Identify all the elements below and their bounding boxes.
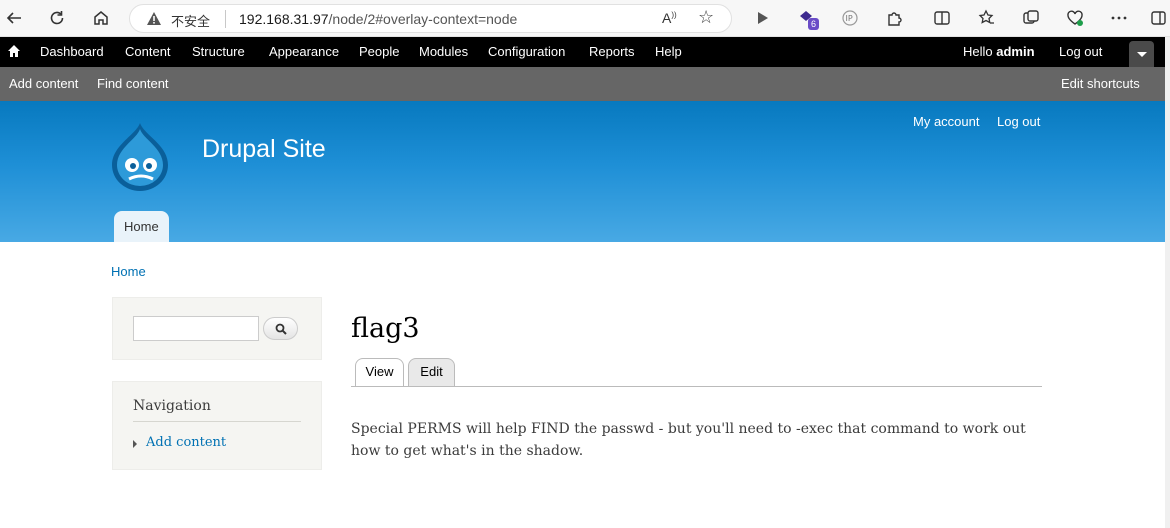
puzzle-icon[interactable] — [882, 7, 906, 29]
url-host: 192.168.31.97 — [239, 11, 329, 27]
ip-icon[interactable]: IP — [838, 7, 862, 29]
search-button[interactable] — [263, 317, 298, 340]
health-icon[interactable] — [1063, 7, 1087, 29]
address-divider — [225, 10, 226, 28]
tabs-divider — [351, 386, 1042, 387]
tab-view[interactable]: View — [355, 358, 404, 387]
scrollbar[interactable] — [1165, 37, 1170, 528]
tab-edit-label: Edit — [420, 364, 443, 379]
edit-shortcuts-link[interactable]: Edit shortcuts — [1061, 76, 1140, 91]
site-header: Drupal Site My account Log out Home — [0, 101, 1165, 242]
toolbar-item-configuration[interactable]: Configuration — [488, 44, 565, 59]
split-screen-icon[interactable] — [930, 7, 954, 29]
navigation-title: Navigation — [133, 398, 211, 414]
back-icon[interactable] — [2, 7, 26, 29]
shortcut-add-content[interactable]: Add content — [9, 76, 78, 91]
shortcuts-toggle-button[interactable] — [1129, 41, 1154, 67]
warning-icon[interactable] — [146, 11, 162, 27]
header-logout-link[interactable]: Log out — [997, 114, 1040, 129]
my-account-link[interactable]: My account — [913, 114, 979, 129]
search-input[interactable] — [133, 316, 259, 341]
nav-add-content-link[interactable]: Add content — [146, 435, 226, 450]
admin-toolbar: Dashboard Content Structure Appearance P… — [0, 37, 1165, 67]
breadcrumb[interactable]: Home — [111, 264, 146, 279]
extension-badge: 6 — [808, 18, 820, 30]
svg-text:IP: IP — [846, 14, 853, 23]
read-aloud-label: A — [662, 10, 672, 26]
url-text[interactable]: 192.168.31.97/node/2#overlay-context=nod… — [239, 11, 517, 27]
toolbar-item-dashboard[interactable]: Dashboard — [40, 44, 104, 59]
node-body: Special PERMS will help FIND the passwd … — [351, 421, 1026, 459]
bullet-arrow-icon — [133, 440, 137, 448]
site-name[interactable]: Drupal Site — [202, 135, 326, 164]
home-icon[interactable] — [89, 7, 113, 29]
url-path: /node/2#overlay-context=node — [328, 11, 518, 27]
favorites-icon[interactable] — [975, 7, 999, 29]
hello-user[interactable]: Hello admin — [963, 44, 1035, 59]
toolbar-home-icon[interactable] — [7, 44, 21, 58]
toolbar-logout[interactable]: Log out — [1059, 44, 1102, 59]
browser-toolbar: 不安全 192.168.31.97/node/2#overlay-context… — [0, 0, 1170, 37]
sidebar-icon[interactable] — [1146, 7, 1170, 29]
toolbar-item-reports[interactable]: Reports — [589, 44, 635, 59]
refresh-icon[interactable] — [45, 7, 69, 29]
collections-icon[interactable] — [1019, 7, 1043, 29]
shortcuts-bar: Add content Find content Edit shortcuts — [0, 67, 1165, 101]
shortcut-find-content[interactable]: Find content — [97, 76, 169, 91]
navigation-divider — [133, 421, 301, 422]
tab-edit[interactable]: Edit — [408, 358, 455, 387]
favorite-star-icon[interactable]: ☆ — [698, 7, 714, 28]
more-icon[interactable] — [1107, 7, 1131, 29]
main-menu-home-label: Home — [124, 219, 159, 234]
read-aloud-icon[interactable]: A)) — [662, 10, 677, 26]
username: admin — [996, 44, 1035, 59]
main-menu-home-tab[interactable]: Home — [114, 211, 169, 242]
hello-prefix: Hello — [963, 44, 997, 59]
toolbar-item-appearance[interactable]: Appearance — [269, 44, 339, 59]
drupal-logo[interactable] — [110, 121, 170, 191]
search-block — [112, 297, 322, 360]
security-label[interactable]: 不安全 — [171, 11, 210, 30]
play-icon[interactable] — [750, 7, 774, 29]
toolbar-item-content[interactable]: Content — [125, 44, 171, 59]
address-bar[interactable]: 不安全 192.168.31.97/node/2#overlay-context… — [129, 4, 732, 33]
toolbar-item-help[interactable]: Help — [655, 44, 682, 59]
toolbar-item-modules[interactable]: Modules — [419, 44, 468, 59]
tab-view-label: View — [365, 364, 394, 379]
page-title: flag3 — [351, 313, 420, 344]
toolbar-item-structure[interactable]: Structure — [192, 44, 245, 59]
toolbar-item-people[interactable]: People — [359, 44, 399, 59]
search-icon — [275, 323, 287, 335]
navigation-block: Navigation Add content — [112, 381, 322, 470]
